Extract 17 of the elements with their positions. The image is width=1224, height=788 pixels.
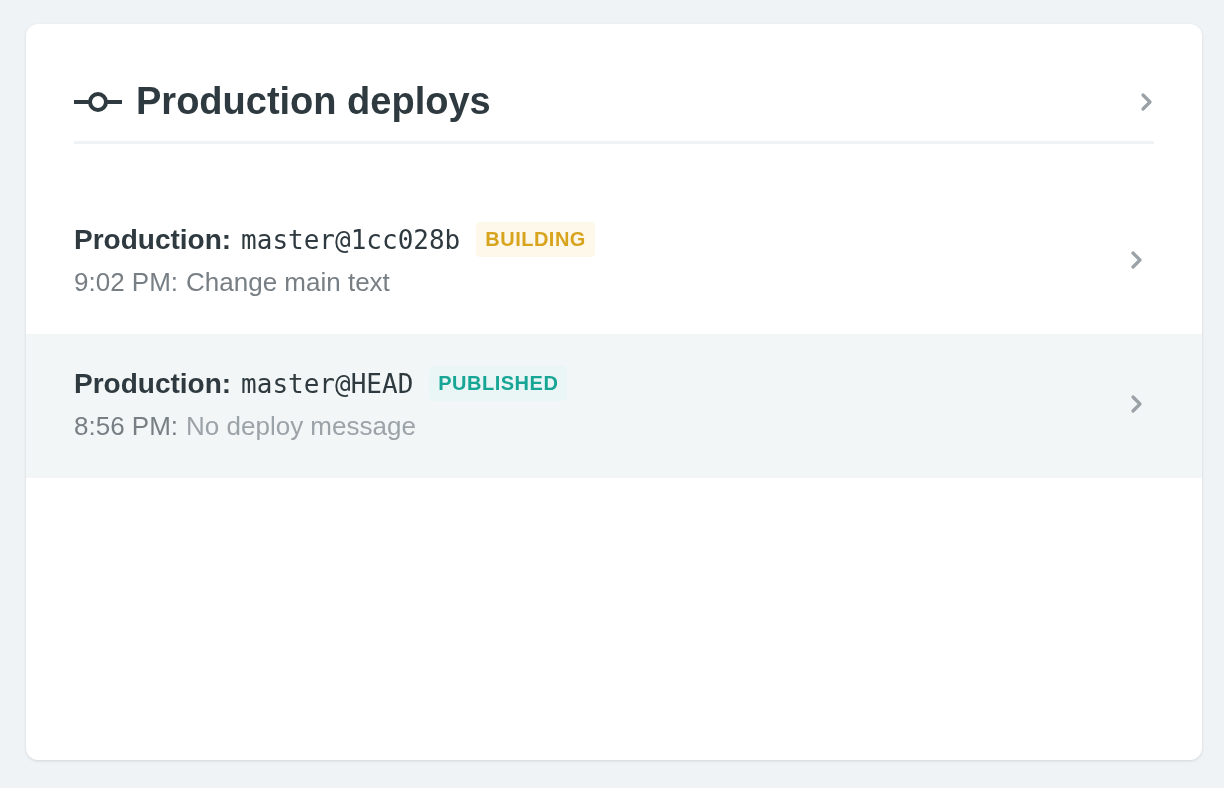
deploy-context: Production: [74, 223, 232, 256]
deploy-row[interactable]: Production: master@HEAD PUBLISHED 8:56 PM: No deploy message [26, 334, 1202, 478]
deploy-message: No deploy message [186, 411, 416, 442]
git-ref: master@1cc028b [241, 224, 461, 255]
deploy-context: Production: [74, 367, 232, 400]
deploy-time: 9:02 PM: [74, 267, 179, 298]
chevron-right-icon [1130, 250, 1144, 270]
chevron-right-icon [1130, 394, 1144, 414]
deploy-message: Change main text [186, 267, 390, 298]
chevron-right-icon [1140, 91, 1154, 112]
git-ref: master@HEAD [241, 368, 414, 399]
status-badge: BUILDING [476, 222, 595, 257]
deploy-row[interactable]: Production: master@1cc028b BUILDING 9:02 PM: Change main text [26, 190, 1202, 334]
deploy-time: 8:56 PM: [74, 411, 179, 442]
card-title: Production deploys [136, 80, 492, 123]
status-badge: PUBLISHED [429, 366, 568, 401]
commit-icon [74, 90, 122, 113]
